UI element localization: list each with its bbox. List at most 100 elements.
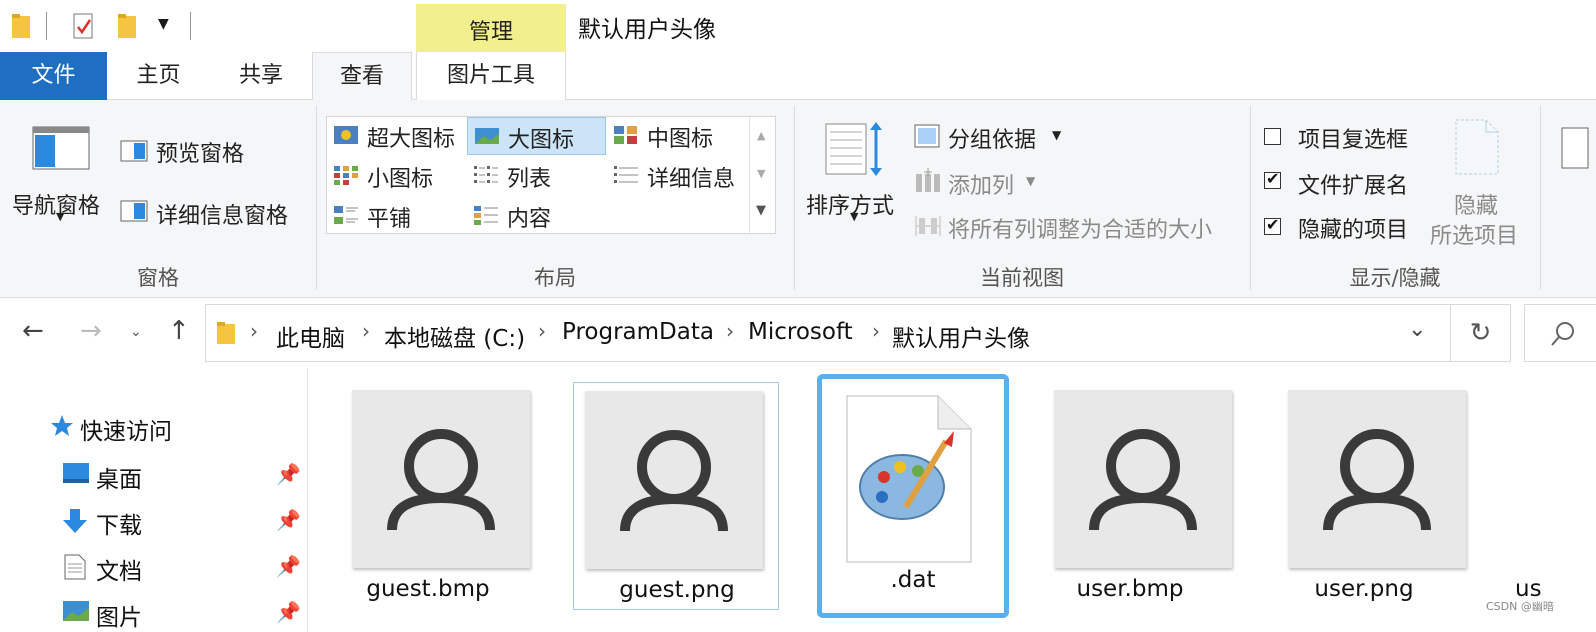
add-columns-icon[interactable]: + [914,168,942,194]
pin-icon[interactable]: 📌 [276,554,301,578]
tab-home[interactable]: 主页 [107,52,210,100]
layout-details[interactable]: 详细信息 [607,157,747,195]
nav-item-label: 文档 [96,559,142,585]
folder-icon[interactable] [10,12,32,40]
preview-pane-icon[interactable] [120,140,148,162]
breadcrumb-this-pc[interactable]: 此电脑 [276,319,345,353]
recent-locations-chevron-icon[interactable]: ⌄ [130,324,142,340]
nav-quick-access[interactable]: 快速访问 [0,404,308,450]
nav-item-label: 桌面 [96,467,142,493]
tab-view[interactable]: 查看 [312,52,412,101]
chevron-down-icon: ▼ [850,210,859,223]
file-thumbnail [1288,390,1466,568]
breadcrumb-separator-icon[interactable]: › [726,319,734,343]
back-arrow-icon[interactable]: ← [22,316,44,346]
tab-share[interactable]: 共享 [210,52,312,100]
size-all-columns-button[interactable]: 将所有列调整为合适的大小 [948,212,1212,244]
layout-list[interactable]: 列表 [467,157,607,195]
nav-item-label: 快速访问 [80,419,172,445]
preview-pane-button[interactable]: 预览窗格 [156,136,244,168]
tab-file[interactable]: 文件 [0,52,107,100]
file-name: user.bmp [1076,576,1184,602]
list-icon [474,166,498,183]
group-separator [1540,106,1541,290]
layout-content[interactable]: 内容 [467,197,607,235]
layout-item-label: 中图标 [647,127,714,152]
toolbar-separator [190,12,191,40]
layout-tiles[interactable]: 平铺 [327,197,467,235]
file-name: guest.png [619,577,735,603]
file-extensions-checkbox[interactable]: ✔ [1264,169,1281,189]
file-item[interactable]: guest.png [573,382,779,610]
title-bar: ▼ 管理 默认用户头像 [0,0,1596,52]
pin-icon[interactable]: 📌 [276,462,301,486]
nav-documents[interactable]: 文档 📌 [0,544,308,590]
nav-downloads[interactable]: 下载 📌 [0,498,308,544]
file-item[interactable]: guest.bmp [325,376,531,612]
breadcrumb-programdata[interactable]: ProgramData [562,319,714,345]
navigation-pane-icon [32,126,90,170]
layout-item-label: 大图标 [508,128,575,153]
pin-icon[interactable]: 📌 [276,600,301,624]
item-checkboxes-checkbox[interactable] [1264,128,1281,145]
group-by-icon[interactable] [914,124,940,148]
add-columns-button[interactable]: 添加列 [948,168,1014,200]
details-pane-icon[interactable] [120,200,148,222]
layout-item-label: 列表 [507,167,552,192]
layout-item-label: 详细信息 [647,167,736,192]
forward-arrow-icon[interactable]: → [80,316,102,346]
user-avatar-icon [387,429,495,531]
nav-desktop[interactable]: 桌面 📌 [0,452,308,498]
nav-pictures[interactable]: 图片 📌 [0,590,308,632]
layout-medium-icons[interactable]: 中图标 [607,117,747,155]
file-name: user.png [1314,576,1414,602]
ribbon-tabs: 文件 主页 共享 查看 图片工具 [0,52,1596,101]
search-input[interactable] [1524,304,1596,362]
gallery-scrollbar[interactable]: ▲ ▼ ▼ [749,117,775,233]
up-arrow-icon[interactable]: ↑ [168,316,190,346]
breadcrumb-separator-icon[interactable]: › [362,319,370,343]
pictures-icon [63,601,89,621]
group-label-panes: 窗格 [137,266,179,290]
file-item[interactable]: .dat [817,374,1009,618]
customize-quick-access-icon[interactable]: ▼ [158,16,169,32]
gallery-expand-icon[interactable]: ▼ [756,203,766,218]
breadcrumb-separator-icon[interactable]: › [538,319,546,343]
user-avatar-icon [620,430,728,532]
address-history-chevron-icon[interactable]: ⌄ [1408,317,1426,342]
item-checkboxes-label: 项目复选框 [1298,128,1409,153]
download-icon [63,509,87,533]
layout-small-icons[interactable]: 小图标 [327,157,467,195]
breadcrumb-current-folder[interactable]: 默认用户头像 [892,319,1030,353]
tab-picture-tools[interactable]: 图片工具 [416,52,566,100]
breadcrumb-separator-icon[interactable]: › [872,319,880,343]
breadcrumb-microsoft[interactable]: Microsoft [748,319,853,345]
breadcrumb-separator-icon[interactable]: › [250,319,258,343]
group-by-button[interactable]: 分组依据 [948,122,1036,154]
chevron-down-icon: ▼ [1026,174,1036,188]
file-thumbnail [352,390,530,568]
new-folder-icon[interactable] [116,12,138,40]
properties-icon[interactable] [72,12,96,40]
content-icon [474,206,498,225]
folder-icon [217,322,235,344]
pin-icon[interactable]: 📌 [276,508,301,532]
navigation-pane: 快速访问 桌面 📌 下载 📌 文档 📌 图片 📌 [0,368,308,632]
layout-item-label: 内容 [507,207,552,232]
group-label-show-hide: 显示/隐藏 [1349,266,1441,290]
refresh-icon[interactable]: ↻ [1451,304,1511,362]
layout-extra-large-icons[interactable]: 超大图标 [327,117,467,155]
file-item[interactable]: user.png [1261,376,1467,612]
options-icon[interactable] [1560,126,1590,170]
star-icon [51,415,73,436]
hidden-items-checkbox[interactable]: ✔ [1264,215,1281,235]
breadcrumb-local-disk[interactable]: 本地磁盘 (C:) [384,319,525,353]
details-pane-button[interactable]: 详细信息窗格 [156,198,288,230]
file-item[interactable]: user.bmp [1027,376,1233,612]
scroll-down-icon[interactable]: ▼ [757,167,765,180]
file-item[interactable]: us [1515,376,1595,612]
layout-large-icons[interactable]: 大图标 [467,117,606,155]
scroll-up-icon[interactable]: ▲ [757,129,765,142]
address-bar[interactable]: › 此电脑 › 本地磁盘 (C:) › ProgramData › Micros… [205,304,1451,362]
size-columns-icon[interactable] [914,212,942,238]
